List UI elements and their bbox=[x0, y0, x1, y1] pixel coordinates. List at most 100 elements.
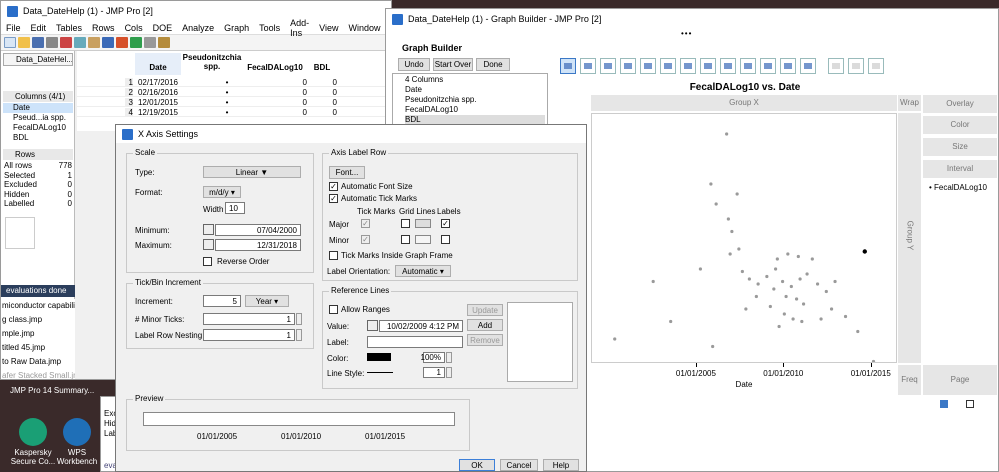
recent-file-item[interactable]: titled 45.jmp bbox=[1, 341, 75, 355]
ref-lines-list[interactable] bbox=[507, 302, 573, 382]
line-style-sample[interactable] bbox=[367, 372, 393, 373]
allow-ranges-checkbox[interactable] bbox=[329, 305, 338, 314]
wrap-zone[interactable]: Wrap bbox=[898, 95, 921, 111]
recent-file-item[interactable]: mple.jmp bbox=[1, 327, 75, 341]
cell-n[interactable]: 3 bbox=[125, 98, 133, 107]
data-point[interactable] bbox=[777, 324, 781, 329]
data-point[interactable] bbox=[651, 279, 655, 284]
col-header-bdl[interactable]: BDL bbox=[307, 53, 337, 75]
calendar-icon[interactable] bbox=[367, 320, 378, 331]
area-chart-icon[interactable] bbox=[700, 58, 716, 74]
open-icon[interactable] bbox=[18, 37, 30, 48]
data-point[interactable] bbox=[805, 272, 809, 276]
data-point[interactable] bbox=[714, 202, 718, 206]
data-point[interactable] bbox=[726, 217, 730, 221]
gb-column-item[interactable]: Pseudonitzchia spp. bbox=[405, 95, 477, 104]
points-chart-icon[interactable] bbox=[560, 58, 576, 74]
data-point[interactable] bbox=[784, 294, 788, 299]
treemap-chart-icon[interactable] bbox=[800, 58, 816, 74]
desktop-icon-kaspersky[interactable]: Kaspersky Secure Co... bbox=[8, 418, 58, 466]
data-point[interactable] bbox=[737, 247, 741, 251]
cell-date[interactable]: 02/17/2016 bbox=[135, 78, 181, 87]
cell-date[interactable]: 12/01/2015 bbox=[135, 98, 181, 107]
line-width-spinner[interactable] bbox=[446, 367, 452, 378]
opacity-spinner[interactable] bbox=[446, 352, 452, 363]
chart-icon[interactable] bbox=[116, 37, 128, 48]
data-point[interactable] bbox=[782, 312, 786, 316]
data-point[interactable] bbox=[774, 267, 778, 271]
table-row[interactable]: 4 12/19/2015 • 0 0 bbox=[77, 107, 391, 117]
size-button[interactable]: Size bbox=[923, 138, 997, 156]
cell-bdl[interactable]: 0 bbox=[317, 78, 337, 87]
columns-panel-header[interactable]: Columns (4/1) bbox=[3, 91, 73, 102]
undo-button[interactable]: Undo bbox=[398, 58, 430, 71]
data-point[interactable] bbox=[740, 269, 744, 274]
menu-graph[interactable]: Graph bbox=[219, 23, 254, 33]
gb-panel-header[interactable]: Graph Builder bbox=[390, 42, 590, 55]
page-zone[interactable]: Page bbox=[923, 365, 997, 395]
histogram-chart-icon[interactable] bbox=[740, 58, 756, 74]
column-item[interactable]: BDL bbox=[3, 133, 73, 143]
menu-addins[interactable]: Add-Ins bbox=[285, 18, 314, 38]
data-point[interactable] bbox=[730, 229, 734, 234]
data-point[interactable] bbox=[801, 302, 806, 306]
map-shapes-chart-icon[interactable] bbox=[868, 58, 884, 74]
cell-pseudo[interactable]: • bbox=[217, 108, 237, 117]
col-header-pseudo[interactable]: Pseudonitzchia spp. bbox=[181, 53, 243, 75]
cell-bdl[interactable]: 0 bbox=[317, 88, 337, 97]
rows-panel-header[interactable]: Rows bbox=[3, 149, 73, 160]
save-icon[interactable] bbox=[32, 37, 44, 48]
cell-pseudo[interactable]: • bbox=[217, 98, 237, 107]
recent-file-item[interactable]: g class.jmp bbox=[1, 313, 75, 327]
menu-edit[interactable]: Edit bbox=[26, 23, 52, 33]
increment-unit-dropdown[interactable]: Year ▾ bbox=[245, 295, 289, 307]
data-point[interactable] bbox=[669, 319, 673, 324]
cancel-button[interactable]: Cancel bbox=[500, 459, 538, 471]
data-point[interactable] bbox=[780, 279, 785, 284]
gb-column-item[interactable]: FecalDALog10 bbox=[405, 105, 458, 114]
overlay-button[interactable]: Overlay bbox=[923, 95, 997, 113]
cell-n[interactable]: 1 bbox=[125, 78, 133, 87]
table-row[interactable]: 2 02/16/2016 • 0 0 bbox=[77, 87, 391, 97]
data-point[interactable] bbox=[843, 314, 848, 319]
table-icon[interactable] bbox=[102, 37, 114, 48]
menu-tools[interactable]: Tools bbox=[254, 23, 285, 33]
done-button[interactable]: Done bbox=[476, 58, 510, 71]
menu-tables[interactable]: Tables bbox=[51, 23, 87, 33]
column-item[interactable]: Pseud...ia spp. bbox=[3, 113, 73, 123]
data-point[interactable] bbox=[747, 277, 751, 281]
recent-file-item[interactable]: to Raw Data.jmp bbox=[1, 355, 75, 369]
recent-file-item[interactable]: afer Stacked Small.jmp bbox=[1, 369, 75, 379]
formula-chart-icon[interactable] bbox=[848, 58, 864, 74]
data-point[interactable] bbox=[709, 182, 713, 186]
ellipse-chart-icon[interactable] bbox=[620, 58, 636, 74]
data-point[interactable] bbox=[871, 359, 876, 363]
data-point[interactable] bbox=[796, 254, 800, 259]
data-point[interactable] bbox=[800, 319, 804, 324]
col-header-fecal[interactable]: FecalDALog10 bbox=[243, 53, 307, 75]
minor-ticks-input[interactable]: 1 bbox=[203, 313, 295, 325]
freq-zone[interactable]: Freq bbox=[898, 365, 921, 395]
data-point[interactable] bbox=[775, 257, 779, 261]
data-point[interactable] bbox=[798, 277, 802, 281]
ref-value-input[interactable]: 10/02/2009 4:12 PM bbox=[379, 320, 463, 332]
width-input[interactable]: 10 bbox=[225, 202, 245, 214]
selected-data-point[interactable] bbox=[862, 249, 867, 254]
data-point[interactable] bbox=[768, 304, 772, 309]
data-point[interactable] bbox=[833, 279, 837, 284]
data-point[interactable] bbox=[613, 337, 617, 341]
cell-date[interactable]: 02/16/2016 bbox=[135, 88, 181, 97]
cell-fecal[interactable]: 0 bbox=[287, 88, 307, 97]
gb-ellipsis[interactable]: ••• bbox=[681, 29, 692, 38]
menu-rows[interactable]: Rows bbox=[87, 23, 120, 33]
reverse-order-checkbox[interactable] bbox=[203, 257, 212, 266]
data-point[interactable] bbox=[756, 282, 760, 286]
data-point[interactable] bbox=[765, 274, 769, 279]
calendar-icon[interactable] bbox=[203, 224, 214, 235]
column-item[interactable]: Date bbox=[3, 103, 73, 113]
cell-pseudo[interactable]: • bbox=[217, 78, 237, 87]
tool-icon[interactable] bbox=[158, 37, 170, 48]
print-icon[interactable] bbox=[46, 37, 58, 48]
menu-window[interactable]: Window bbox=[344, 23, 386, 33]
add-button[interactable]: Add bbox=[467, 319, 503, 331]
